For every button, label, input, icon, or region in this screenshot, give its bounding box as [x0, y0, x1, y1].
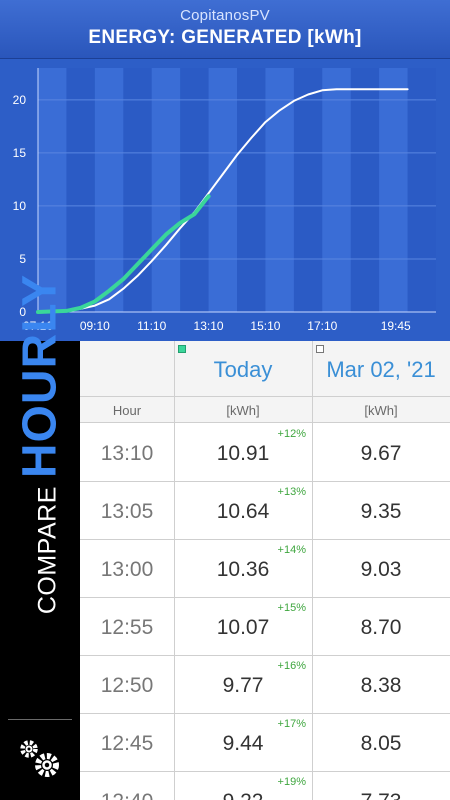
- x-tick-label: 11:10: [137, 319, 166, 333]
- today-unit-label: [kWh]: [226, 403, 260, 418]
- today-column-label: Today: [213, 357, 273, 382]
- row-compare-value: 9.03: [360, 558, 402, 581]
- grid-band: [208, 68, 237, 312]
- hour-column-header: [80, 341, 174, 397]
- table-row[interactable]: 12:45 9.44 +17% 8.05: [80, 714, 450, 772]
- settings-gears-icon: [20, 740, 59, 777]
- row-today-value: 10.07: [216, 616, 270, 639]
- table-row[interactable]: 13:05 10.64 +13% 9.35: [80, 482, 450, 540]
- row-today-value: 10.64: [216, 500, 270, 523]
- row-today-value: 9.44: [222, 732, 264, 755]
- grid-band: [379, 68, 408, 312]
- page-title: ENERGY: GENERATED [kWh]: [88, 27, 362, 48]
- sidebar-divider: [8, 719, 72, 720]
- comparison-table: Today Mar 02, '21 Hour [kWh] [kWh] 13:10…: [80, 341, 450, 800]
- row-today-value: 9.22: [174, 790, 312, 800]
- row-hour: 13:10: [100, 442, 154, 465]
- row-percent-change: +14%: [277, 544, 306, 556]
- settings-button[interactable]: [14, 735, 70, 783]
- row-hour: 12:40: [80, 790, 174, 800]
- sidebar: COMPARE HOURLY: [0, 274, 80, 800]
- row-compare-value: 7.73: [312, 790, 450, 800]
- y-tick-label: 20: [13, 93, 27, 107]
- row-compare-value: 8.05: [360, 732, 402, 755]
- x-tick-label: 15:10: [250, 319, 280, 333]
- compare-series-indicator: [316, 345, 324, 353]
- table-row[interactable]: 13:00 10.36 +14% 9.03: [80, 540, 450, 598]
- app-name: CopitanosPV: [180, 7, 270, 24]
- x-tick-label: 17:10: [307, 319, 337, 333]
- x-tick-label: 13:10: [194, 319, 224, 333]
- row-percent-change: +17%: [277, 718, 306, 730]
- hour-unit-label: Hour: [112, 403, 142, 418]
- row-percent-change: +13%: [277, 486, 306, 498]
- today-column-header[interactable]: Today: [174, 341, 312, 397]
- energy-chart[interactable]: 0 5 10 15 20 07:10 09:10 11:10 13:10 15:10 17:10 19…: [0, 59, 450, 341]
- row-hour: 13:00: [100, 558, 154, 581]
- row-compare-value: 9.35: [360, 500, 402, 523]
- chart-svg: 0510152007:10 09:10 11:10 13:10 15:10 17:10 19…: [13, 68, 436, 333]
- table-row[interactable]: 12:409.22 +19% 7.73: [80, 772, 450, 800]
- grid-band: [94, 68, 124, 312]
- grid-band: [151, 68, 181, 312]
- y-tick-label: 5: [19, 252, 26, 266]
- column-divider: [174, 341, 175, 800]
- table-row[interactable]: 12:50 9.77 +16% 8.38: [80, 656, 450, 714]
- row-percent-change: +16%: [277, 660, 306, 672]
- row-today-value: 10.91: [216, 442, 270, 465]
- y-tick-label: 15: [13, 146, 27, 160]
- row-today-value: 9.77: [222, 674, 264, 697]
- compare-date-label: Mar 02, '21: [326, 357, 436, 382]
- column-divider: [312, 341, 313, 800]
- row-hour: 12:55: [100, 616, 154, 639]
- x-tick-label: 19:45: [381, 319, 411, 333]
- compare-mode-label[interactable]: COMPARE HOURLY: [13, 274, 68, 614]
- row-percent-change: +19%: [277, 776, 306, 788]
- row-today-value: 10.36: [216, 558, 270, 581]
- today-series-indicator: [178, 345, 186, 353]
- hourly-label: HOURLY: [13, 273, 67, 479]
- app-header: CopitanosPV ENERGY: GENERATED [kWh]: [0, 0, 450, 59]
- compare-label: COMPARE: [33, 486, 62, 615]
- row-hour: 12:50: [100, 674, 154, 697]
- row-percent-change: +15%: [277, 602, 306, 614]
- row-compare-value: 8.38: [360, 674, 402, 697]
- table-row[interactable]: 13:10 10.91 +12% 9.67: [80, 424, 450, 482]
- row-hour: 13:05: [100, 500, 154, 523]
- compare-unit-label: [kWh]: [364, 403, 398, 418]
- row-percent-change: +12%: [277, 428, 306, 440]
- unit-row: Hour [kWh] [kWh]: [80, 397, 450, 423]
- row-compare-value: 9.67: [360, 442, 402, 465]
- row-compare-value: 8.70: [360, 616, 402, 639]
- grid-band: [322, 68, 351, 312]
- y-tick-label: 10: [13, 199, 27, 213]
- x-tick-label: 09:10: [80, 319, 110, 333]
- table-row[interactable]: 12:55 10.07 +15% 8.70: [80, 598, 450, 656]
- compare-date-column-header[interactable]: Mar 02, '21: [312, 341, 450, 397]
- row-hour: 12:45: [100, 732, 154, 755]
